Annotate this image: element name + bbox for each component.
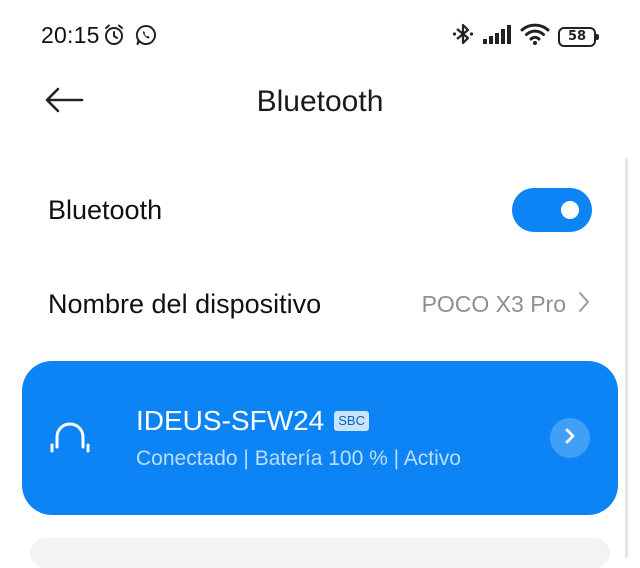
device-name-line: IDEUS-SFW24 SBC <box>136 405 369 437</box>
bluetooth-label: Bluetooth <box>48 194 163 225</box>
device-detail-button[interactable] <box>550 418 590 458</box>
connected-device-card[interactable]: IDEUS-SFW24 SBC Conectado | Batería 100 … <box>22 361 618 515</box>
codec-badge: SBC <box>334 411 369 431</box>
status-left-icons <box>102 23 158 52</box>
battery-icon: 58 <box>558 26 599 47</box>
wifi-icon <box>520 22 550 51</box>
alarm-icon <box>102 23 126 52</box>
toggle-knob <box>561 201 579 219</box>
page-title: Bluetooth <box>256 85 384 118</box>
whatsapp-icon <box>134 23 158 52</box>
device-name-label: Nombre del dispositivo <box>48 288 322 319</box>
chevron-right-icon <box>578 291 590 318</box>
scrollbar[interactable] <box>625 158 628 558</box>
battery-level: 58 <box>567 29 587 44</box>
device-status: Conectado | Batería 100 % | Activo <box>136 447 461 470</box>
bluetooth-icon <box>452 22 474 51</box>
status-bar: 20:15 58 <box>0 0 640 70</box>
bluetooth-toggle[interactable] <box>512 188 592 232</box>
signal-icon <box>482 23 512 50</box>
status-time: 20:15 <box>41 22 100 48</box>
headphones-icon <box>48 417 92 457</box>
status-right-icons: 58 <box>452 22 599 51</box>
header: Bluetooth <box>0 72 640 134</box>
device-name-value: POCO X3 Pro <box>421 290 566 317</box>
device-name-row[interactable]: Nombre del dispositivo POCO X3 Pro <box>48 276 596 332</box>
device-name: IDEUS-SFW24 <box>136 405 325 436</box>
bluetooth-setting-row: Bluetooth <box>48 182 596 238</box>
next-list-card <box>30 538 610 568</box>
chevron-right-icon <box>564 427 576 450</box>
device-name-value-wrap[interactable]: POCO X3 Pro <box>422 291 590 318</box>
